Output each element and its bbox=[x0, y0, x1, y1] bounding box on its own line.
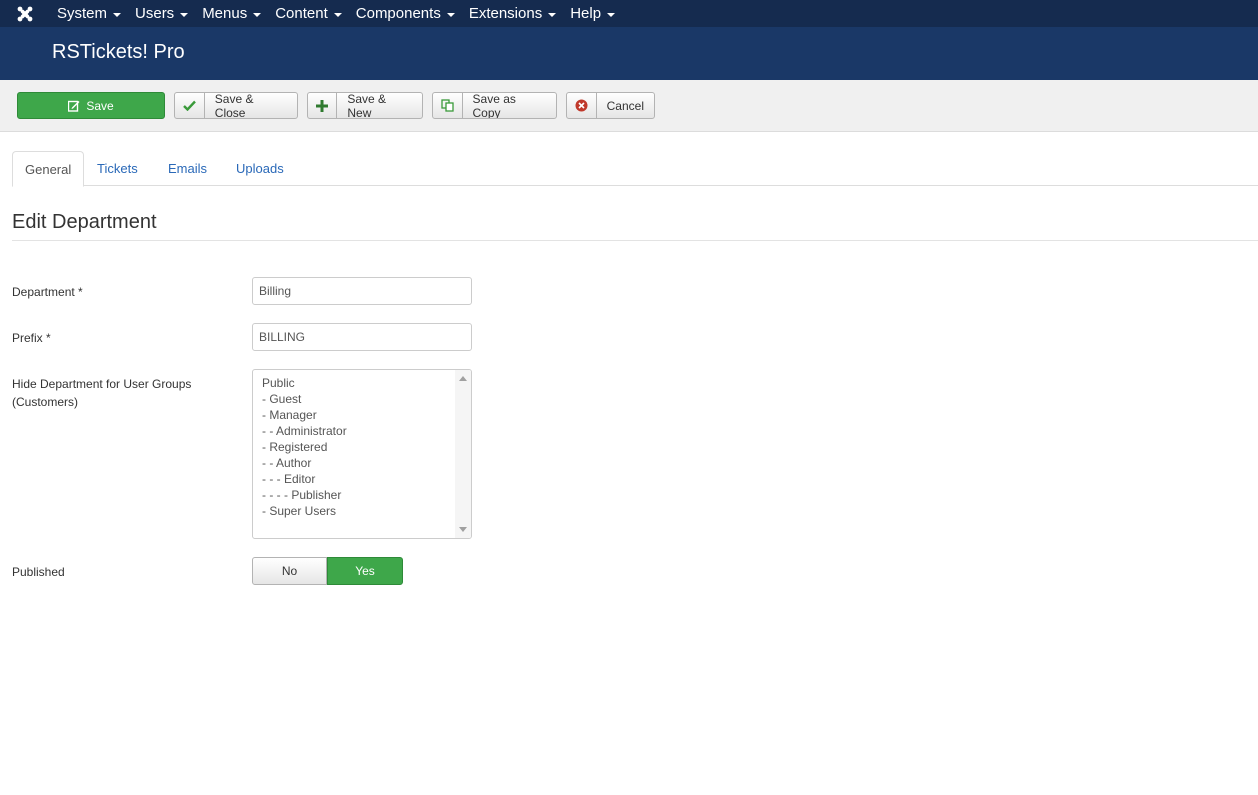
published-yes-option[interactable]: Yes bbox=[327, 557, 403, 585]
list-item[interactable]: - - - Editor bbox=[262, 471, 471, 487]
caret-down-icon bbox=[180, 12, 189, 17]
title-divider bbox=[12, 240, 1258, 241]
list-item[interactable]: - Manager bbox=[262, 407, 471, 423]
tab-tickets[interactable]: Tickets bbox=[85, 151, 150, 186]
menu-users[interactable]: Users bbox=[128, 0, 195, 27]
component-title-bar: RSTickets! Pro bbox=[0, 27, 1258, 80]
menu-content[interactable]: Content bbox=[268, 0, 349, 27]
caret-down-icon bbox=[446, 12, 455, 17]
list-item[interactable]: - - - - Publisher bbox=[262, 487, 471, 503]
edit-icon bbox=[68, 93, 80, 118]
save-close-button[interactable]: Save & Close bbox=[174, 92, 298, 119]
action-toolbar: Save Save & Close Save & New Save as Cop… bbox=[0, 80, 1258, 132]
prefix-input[interactable] bbox=[252, 323, 472, 351]
menu-menus[interactable]: Menus bbox=[195, 0, 268, 27]
copy-icon bbox=[433, 93, 463, 118]
menu-extensions[interactable]: Extensions bbox=[462, 0, 563, 27]
user-groups-multiselect[interactable]: Public - Guest - Manager - - Administrat… bbox=[252, 369, 472, 539]
list-item[interactable]: - - Author bbox=[262, 455, 471, 471]
department-label: Department * bbox=[12, 285, 83, 299]
list-item[interactable]: - Guest bbox=[262, 391, 471, 407]
user-groups-list: Public - Guest - Manager - - Administrat… bbox=[253, 370, 471, 519]
caret-down-icon bbox=[607, 12, 616, 17]
save-copy-button[interactable]: Save as Copy bbox=[432, 92, 557, 119]
component-title: RSTickets! Pro bbox=[52, 41, 185, 63]
check-icon bbox=[175, 93, 205, 118]
menu-components[interactable]: Components bbox=[349, 0, 462, 27]
caret-down-icon bbox=[113, 12, 122, 17]
top-navigation-bar: System Users Menus Content Components Ex… bbox=[0, 0, 1258, 27]
prefix-label: Prefix * bbox=[12, 331, 51, 345]
department-input[interactable] bbox=[252, 277, 472, 305]
cancel-circle-icon bbox=[567, 93, 597, 118]
save-button[interactable]: Save bbox=[17, 92, 165, 119]
multiselect-scrollbar[interactable] bbox=[455, 370, 471, 538]
edit-tabs: General Tickets Emails Uploads bbox=[12, 151, 1258, 187]
joomla-logo-icon[interactable] bbox=[0, 0, 50, 27]
scroll-up-arrow-icon[interactable] bbox=[459, 376, 467, 381]
published-label: Published bbox=[12, 565, 65, 579]
tab-general[interactable]: General bbox=[12, 151, 85, 187]
caret-down-icon bbox=[253, 12, 262, 17]
published-toggle: No Yes bbox=[252, 557, 403, 585]
cancel-button[interactable]: Cancel bbox=[566, 92, 655, 119]
tab-uploads[interactable]: Uploads bbox=[224, 151, 296, 186]
menu-system[interactable]: System bbox=[50, 0, 128, 27]
menu-help[interactable]: Help bbox=[563, 0, 622, 27]
caret-down-icon bbox=[333, 12, 342, 17]
list-item[interactable]: Public bbox=[262, 375, 471, 391]
list-item[interactable]: - Super Users bbox=[262, 503, 471, 519]
save-new-button[interactable]: Save & New bbox=[307, 92, 423, 119]
list-item[interactable]: - - Administrator bbox=[262, 423, 471, 439]
plus-icon bbox=[308, 93, 338, 118]
list-item[interactable]: - Registered bbox=[262, 439, 471, 455]
tab-emails[interactable]: Emails bbox=[156, 151, 219, 186]
page-title: Edit Department bbox=[12, 211, 157, 233]
scroll-down-arrow-icon[interactable] bbox=[459, 527, 467, 532]
published-no-option[interactable]: No bbox=[252, 557, 327, 585]
caret-down-icon bbox=[548, 12, 557, 17]
hide-groups-label: Hide Department for User Groups (Custome… bbox=[12, 377, 192, 409]
